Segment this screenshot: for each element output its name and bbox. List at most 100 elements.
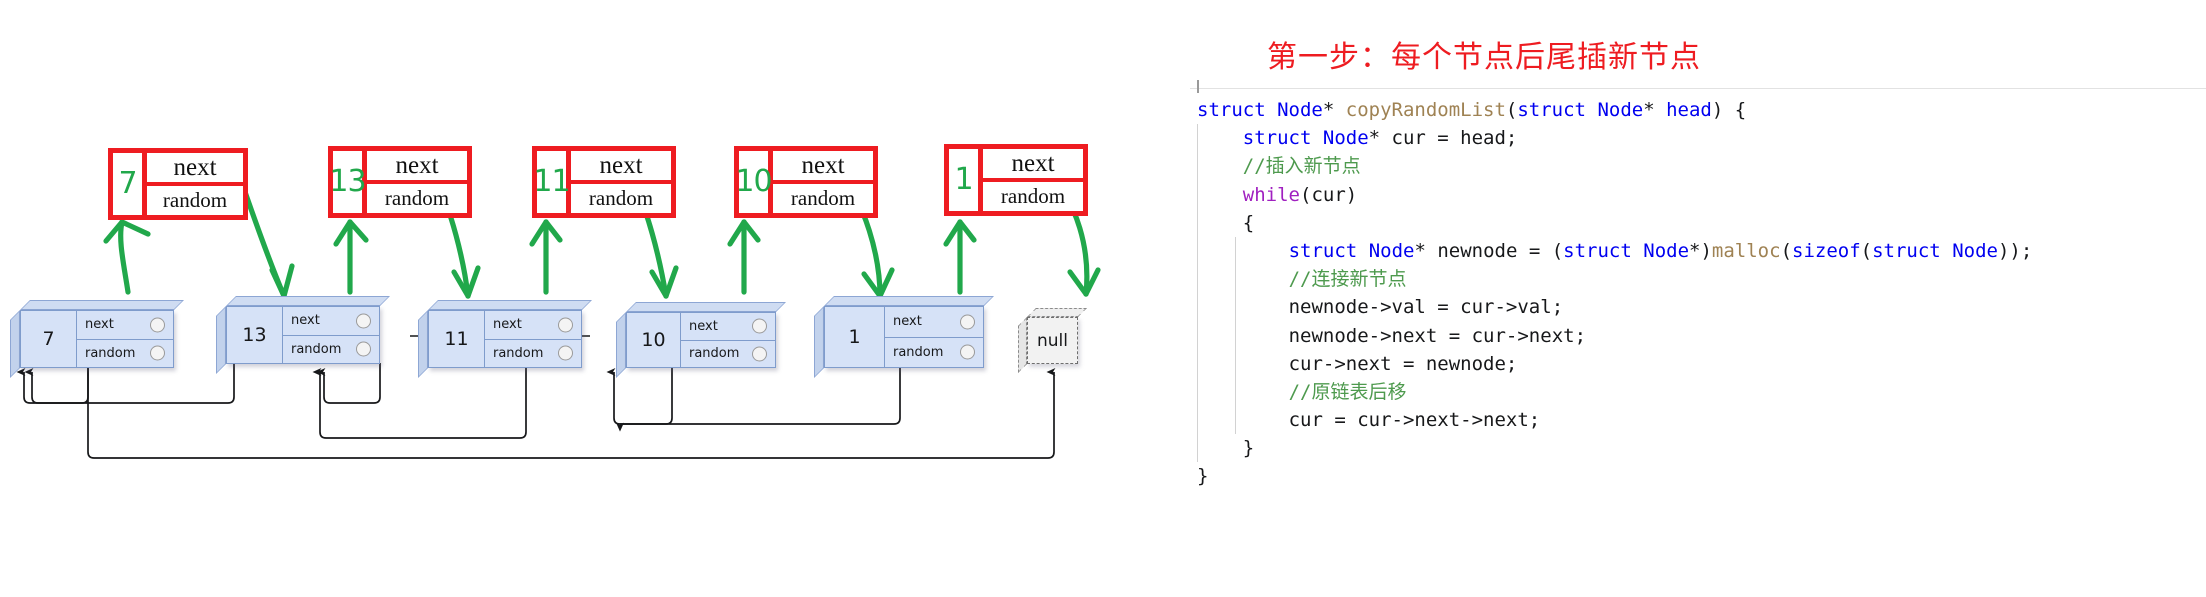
- code-token: Node: [1277, 99, 1323, 121]
- code-token: (: [1780, 239, 1793, 262]
- copy-node-value: 7: [113, 153, 147, 215]
- original-node-value: 11: [429, 311, 485, 367]
- code-line: //连接新节点: [1190, 265, 2206, 294]
- next-port-icon: [960, 314, 975, 330]
- copy-node-next-label: next: [773, 151, 873, 184]
- code-token: struct: [1242, 127, 1312, 150]
- linked-list-diagram: 7 next random 13 next random 11 next ran…: [0, 0, 1190, 597]
- code-token: struct: [1288, 239, 1358, 262]
- code-line: //插入新节点: [1190, 152, 2206, 181]
- original-node-random-row: random: [77, 340, 173, 368]
- copy-node-random-label: random: [588, 186, 654, 210]
- original-node-2: 11 next random: [418, 300, 592, 378]
- code-token: newnode->next = cur->next;: [1288, 324, 1587, 347]
- code-line-text: //连接新节点: [1289, 265, 1407, 293]
- original-node-next-row: next: [77, 311, 173, 340]
- copy-node-0: 7 next random: [108, 148, 248, 220]
- copy-node-value: 11: [533, 151, 571, 213]
- indent-guide: [1235, 265, 1236, 294]
- copy-node-3: 10 next random: [734, 146, 878, 218]
- original-node-random-row: random: [885, 338, 983, 368]
- indent-guide: [1197, 152, 1198, 181]
- code-line-text: //插入新节点: [1243, 152, 1361, 180]
- code-line: newnode->next = cur->next;: [1190, 321, 2206, 350]
- code-token: *: [1322, 99, 1346, 121]
- original-node-3: 10 next random: [616, 302, 786, 378]
- indent-guide: [1235, 349, 1236, 378]
- original-node-next-row: next: [885, 307, 983, 338]
- copy-node-random-label: random: [1000, 184, 1066, 208]
- indent-guide: [1235, 377, 1236, 407]
- random-port-icon: [558, 345, 573, 361]
- code-line: struct Node* cur = head;: [1190, 124, 2206, 153]
- null-terminator-node: null: [1018, 308, 1087, 373]
- original-node-value: 10: [627, 313, 681, 367]
- copy-node-next-label: next: [983, 149, 1083, 182]
- copy-node-random-label: random: [790, 186, 856, 210]
- indent-guide: [1235, 236, 1236, 266]
- original-node-next-row: next: [485, 311, 581, 340]
- code-token: struct: [1563, 239, 1632, 262]
- code-token: head: [1666, 99, 1712, 121]
- original-node-next-row: next: [681, 313, 775, 341]
- panel-divider: [1190, 88, 2206, 89]
- code-token: Node: [1597, 99, 1644, 121]
- indent-guide: [1235, 293, 1236, 322]
- code-line: }: [1190, 462, 2206, 490]
- code-token: struct: [1517, 99, 1586, 121]
- code-line-text: cur->next = newnode;: [1289, 350, 1518, 378]
- code-token: //插入新节点: [1242, 155, 1361, 178]
- original-node-random-row: random: [283, 336, 379, 364]
- indent-guide: [1197, 265, 1198, 294]
- original-node-1: 13 next random: [216, 296, 390, 374]
- code-token: //连接新节点: [1288, 268, 1407, 291]
- indent-guide: [1197, 208, 1198, 237]
- code-token: //原链表后移: [1288, 380, 1407, 403]
- original-node-next-label: next: [291, 313, 320, 329]
- copy-node-1: 13 next random: [328, 146, 472, 218]
- random-port-icon: [752, 346, 767, 362]
- next-port-icon: [150, 317, 165, 333]
- original-node-next-label: next: [85, 317, 114, 333]
- original-node-random-label: random: [893, 344, 944, 360]
- code-line: //原链表后移: [1190, 377, 2206, 407]
- indent-guide: [1197, 434, 1198, 463]
- indent-guide: [1197, 124, 1198, 153]
- copy-node-next-label: next: [571, 151, 671, 184]
- code-line-text: }: [1243, 434, 1254, 462]
- code-token: * newnode = (: [1414, 239, 1564, 262]
- original-node-random-label: random: [291, 341, 342, 357]
- code-token: }: [1242, 437, 1255, 460]
- indent-guide: [1197, 293, 1198, 322]
- code-token: Node: [1368, 239, 1415, 262]
- code-token: copyRandomList: [1345, 99, 1506, 121]
- copy-node-4: 1 next random: [944, 144, 1088, 216]
- copy-node-2: 11 next random: [532, 146, 676, 218]
- copy-node-value: 1: [949, 149, 983, 211]
- code-token: (: [1860, 239, 1873, 262]
- code-token: struct: [1197, 99, 1266, 121]
- code-token: * cur = head;: [1368, 127, 1518, 150]
- random-port-icon: [150, 345, 165, 361]
- next-port-icon: [558, 317, 573, 333]
- code-line-text: while(cur): [1243, 181, 1357, 209]
- code-title: 第一步：每个节点后尾插新节点: [1267, 41, 1701, 74]
- text-cursor: [1197, 80, 1199, 93]
- indent-guide: [1197, 377, 1198, 407]
- code-line-text: //原链表后移: [1289, 378, 1407, 406]
- code-token: Node: [1322, 127, 1369, 150]
- code-line-text: newnode->val = cur->val;: [1289, 293, 1564, 321]
- indent-guide: [1197, 321, 1198, 350]
- code-panel: 第一步：每个节点后尾插新节点 struct Node* copyRandomLi…: [1190, 0, 2206, 597]
- code-line-text: }: [1197, 462, 1208, 490]
- code-listing[interactable]: struct Node* copyRandomList(struct Node*…: [1190, 80, 2206, 491]
- original-node-random-label: random: [85, 345, 136, 361]
- code-token: cur = cur->next->next;: [1288, 409, 1541, 432]
- code-line-text: struct Node* newnode = (struct Node*)mal…: [1289, 237, 2033, 265]
- code-token: *: [1643, 99, 1667, 121]
- indent-guide: [1235, 406, 1236, 435]
